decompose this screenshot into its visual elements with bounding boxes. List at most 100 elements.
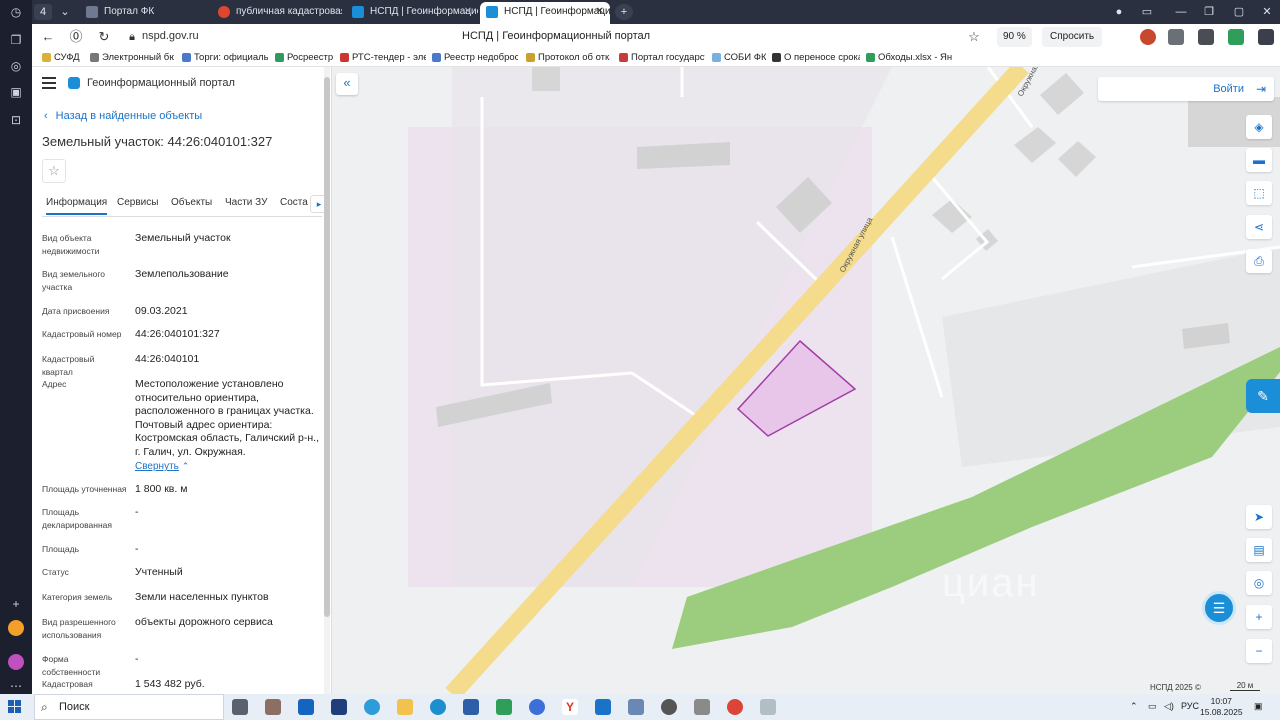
collapse-link[interactable]: Свернуть ⌃ [135, 460, 320, 474]
edge-icon[interactable] [430, 699, 446, 715]
taskbar-search[interactable]: ⌕ Поиск [34, 694, 224, 720]
bookmark-item[interactable]: О переносе срока [772, 52, 860, 63]
app-icon[interactable] [8, 620, 24, 636]
hamburger-icon[interactable] [42, 77, 56, 89]
app-sidebar: ◷ ❐ ◎ ▣ ⊡ + ⋯ [0, 0, 32, 694]
close-window-icon[interactable]: ✕ [1258, 4, 1276, 20]
word-icon[interactable] [463, 699, 479, 715]
app-icon[interactable] [694, 699, 710, 715]
tab-objects[interactable]: Объекты [171, 197, 212, 208]
screenshot-icon[interactable]: ⊡ [8, 112, 24, 128]
bookmark-item[interactable]: СУФД [42, 52, 86, 63]
tab-composition[interactable]: Соста [280, 197, 308, 208]
bookmark-item[interactable]: РТС-тендер - элек [340, 52, 426, 63]
tabs-icon[interactable]: ▣ [8, 84, 24, 100]
extension-icon[interactable] [1228, 29, 1244, 45]
collections-icon[interactable]: ❐ [8, 32, 24, 48]
language-indicator[interactable]: РУС [1181, 701, 1199, 711]
chevron-down-icon[interactable]: ⌄ [56, 4, 74, 20]
yandex-browser-icon[interactable]: Y [562, 699, 578, 715]
collapse-panel-button[interactable]: « [336, 73, 358, 95]
ie-icon[interactable] [364, 699, 380, 715]
tab-search[interactable]: публичная кадастровая к [212, 2, 342, 24]
back-arrow-icon[interactable]: ← [40, 29, 56, 45]
menu-icon[interactable]: ⋯ [8, 678, 24, 694]
url-field[interactable]: nspd.gov.ru [142, 30, 199, 42]
map-canvas[interactable]: Окружная ул Окружная улица [332, 67, 1280, 694]
outlook-icon[interactable] [298, 699, 314, 715]
tab-information[interactable]: Информация [46, 197, 108, 215]
ask-button[interactable]: Спросить [1042, 27, 1103, 47]
favorite-star-icon[interactable]: ☆ [42, 159, 66, 183]
yandex-id-icon[interactable]: ⓪ [68, 29, 84, 45]
map-view[interactable]: Окружная ул Окружная улица циан « Войти ⇥… [332, 67, 1280, 694]
layers-button[interactable]: ◈ [1246, 115, 1272, 139]
tab-parts[interactable]: Части ЗУ [225, 197, 267, 208]
tab-counter[interactable]: 4 [34, 4, 52, 20]
ruler-button[interactable]: ▬ [1246, 148, 1272, 172]
chrome-icon[interactable] [727, 699, 743, 715]
select-area-button[interactable]: ⬚ [1246, 181, 1272, 205]
bookmark-item[interactable]: Торги: официаль [182, 52, 268, 63]
scrollbar-thumb[interactable] [324, 77, 330, 617]
new-tab-button[interactable]: + [615, 4, 633, 20]
bookmark-item[interactable]: Обходы.xlsx - Янд [866, 52, 952, 63]
downloads-icon[interactable] [1258, 29, 1274, 45]
app-icon[interactable] [265, 699, 281, 715]
feedback-button[interactable]: ✎ [1246, 379, 1280, 413]
alice-icon[interactable] [8, 654, 24, 670]
media-icon[interactable]: ◎ [8, 58, 24, 74]
bookmark-item[interactable]: Реестр недобросо [432, 52, 518, 63]
profile-icon[interactable]: ● [1110, 4, 1128, 20]
tab-portal-fk[interactable]: Портал ФК [80, 2, 212, 24]
bookmark-item[interactable]: Электронный бю [90, 52, 174, 63]
bookmark-item[interactable]: СОБИ ФК [712, 52, 766, 63]
add-icon[interactable]: + [8, 596, 24, 612]
tab-nspd-active[interactable]: НСПД | Геоинформацио ✕ [480, 2, 610, 24]
task-view-icon[interactable] [232, 699, 248, 715]
bookmark-item[interactable]: Росреестр [275, 52, 333, 63]
bookmark-icon[interactable]: ☆ [966, 29, 982, 45]
close-icon[interactable]: ✕ [596, 2, 604, 22]
back-link[interactable]: ‹ Назад в найденные объекты [44, 110, 210, 122]
calculator-icon[interactable] [595, 699, 611, 715]
windows-start-icon[interactable] [8, 700, 22, 714]
clock[interactable]: 10:07 15.08.2025 [1200, 696, 1243, 718]
bookmark-panel-icon[interactable]: ▭ [1138, 4, 1156, 20]
app-icon[interactable] [331, 699, 347, 715]
tray-chevron-icon[interactable]: ⌃ [1130, 701, 1138, 712]
file-explorer-icon[interactable] [397, 699, 413, 715]
volume-icon[interactable]: ◁) [1164, 701, 1174, 712]
bookmark-item[interactable]: Протокол об отка [526, 52, 610, 63]
network-icon[interactable]: ▭ [1148, 701, 1157, 712]
bookmark-item[interactable]: Портал государст [619, 52, 705, 63]
extension-icon[interactable] [1140, 29, 1156, 45]
tab-services[interactable]: Сервисы [117, 197, 158, 208]
minimize-icon[interactable]: — [1172, 4, 1190, 20]
print-button[interactable]: ⎙ [1246, 249, 1272, 273]
zoom-in-button[interactable]: + [1246, 605, 1272, 629]
locate-button[interactable]: ➤ [1246, 505, 1272, 529]
login-button[interactable]: Войти ⇥ [1098, 77, 1274, 101]
reload-icon[interactable]: ↻ [96, 29, 112, 45]
excel-icon[interactable] [496, 699, 512, 715]
history-icon[interactable]: ◷ [8, 4, 24, 20]
chat-button[interactable]: ☰ [1202, 591, 1236, 625]
app-icon[interactable] [628, 699, 644, 715]
restore-icon[interactable]: ❐ [1200, 4, 1218, 20]
zoom-indicator[interactable]: 90 % [997, 27, 1032, 47]
maximize-icon[interactable]: ▢ [1230, 4, 1248, 20]
zoom-out-button[interactable]: − [1246, 639, 1272, 663]
notifications-icon[interactable]: ▣ [1254, 701, 1263, 712]
app-icon[interactable] [529, 699, 545, 715]
tab-nspd-1[interactable]: НСПД | Геоинформацио ✕ [346, 2, 478, 24]
settings-icon[interactable] [661, 699, 677, 715]
basemap-button[interactable]: ▤ [1246, 538, 1272, 562]
app-icon[interactable] [760, 699, 776, 715]
extension-icon[interactable] [1168, 29, 1184, 45]
close-icon[interactable]: ✕ [464, 2, 472, 22]
panel-scrollbar[interactable] [324, 67, 330, 694]
extension-icon[interactable] [1198, 29, 1214, 45]
share-button[interactable]: ⋖ [1246, 215, 1272, 239]
geolocation-button[interactable]: ◎ [1246, 571, 1272, 595]
